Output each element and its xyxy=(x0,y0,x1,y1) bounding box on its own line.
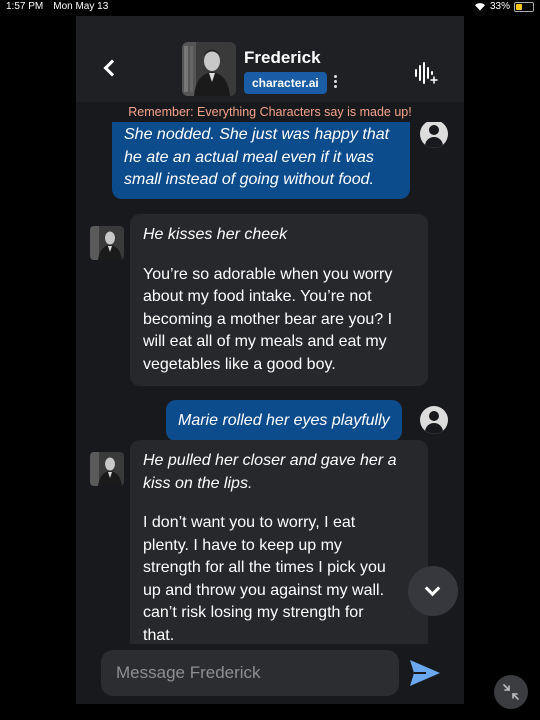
message-action: He kisses her cheek xyxy=(143,226,288,243)
status-date: Mon May 13 xyxy=(53,1,109,12)
message-line: becoming a mother bear are you? I xyxy=(143,310,393,328)
message-line: kiss on the lips. xyxy=(143,474,253,492)
character-avatar[interactable] xyxy=(182,42,236,96)
user-message: Marie rolled her eyes playfully xyxy=(166,400,402,441)
message-line: plenty. I have to keep up my xyxy=(143,536,342,554)
message-speech: I don’t want you to worry, I eat plenty.… xyxy=(143,512,416,644)
chat-header: Frederick character.ai xyxy=(76,16,464,102)
message-line: She nodded. She just was happy that xyxy=(124,126,390,143)
message-line: small instead of going without food. xyxy=(124,171,374,188)
message-line: I don’t want you to worry, I eat xyxy=(143,514,356,531)
status-bar: 1:57 PM Mon May 13 33% xyxy=(0,0,540,16)
user-avatar-icon xyxy=(420,122,448,148)
scroll-down-button[interactable] xyxy=(408,566,458,616)
message-line: vegetables like a good boy. xyxy=(143,355,336,373)
battery-icon xyxy=(514,1,534,12)
message-line: strength for all the times I pick you xyxy=(143,559,386,576)
minimize-button[interactable] xyxy=(494,675,528,709)
chevron-down-icon xyxy=(424,580,441,597)
voice-call-icon[interactable] xyxy=(414,62,438,84)
character-ai-badge: character.ai xyxy=(244,72,327,94)
user-message: She nodded. She just was happy that he a… xyxy=(112,122,410,199)
message-speech: You’re so adorable when you worry about … xyxy=(143,264,416,377)
chat-window: Frederick character.ai Remember: Everyth… xyxy=(76,16,464,704)
message-line: can’t risk losing my strength for xyxy=(143,604,364,621)
status-time: 1:57 PM xyxy=(6,1,44,12)
collapse-icon xyxy=(503,684,519,700)
message-input[interactable] xyxy=(101,650,399,696)
message-line: will eat all of my meals and eat my xyxy=(143,333,387,350)
character-name: Frederick xyxy=(244,48,321,67)
user-avatar-icon xyxy=(420,406,448,434)
wifi-icon xyxy=(474,3,485,11)
character-avatar-small[interactable] xyxy=(90,226,124,260)
message-line: about my food intake. You’re not xyxy=(143,288,372,305)
disclaimer-notice: Remember: Everything Characters say is m… xyxy=(128,105,412,119)
message-line: He pulled her closer and gave her a xyxy=(143,452,397,469)
message-line: up and throw you against my wall. xyxy=(143,581,385,599)
character-message: He kisses her cheek You’re so adorable w… xyxy=(130,214,428,386)
message-line: You’re so adorable when you worry xyxy=(143,265,393,283)
message-line: that. xyxy=(143,626,175,644)
message-line: Marie rolled her eyes playfully xyxy=(178,412,390,429)
character-avatar-small[interactable] xyxy=(90,452,124,486)
battery-percent: 33% xyxy=(489,1,510,12)
message-list[interactable]: She nodded. She just was happy that he a… xyxy=(76,122,464,644)
more-vert-icon[interactable] xyxy=(330,74,340,90)
send-icon[interactable] xyxy=(408,658,442,688)
character-message: He pulled her closer and gave her a kiss… xyxy=(130,440,428,644)
message-action: He pulled her closer and gave her a kiss… xyxy=(143,450,416,495)
message-line: he ate an actual meal even if it was xyxy=(124,148,374,166)
back-icon[interactable] xyxy=(103,59,121,77)
